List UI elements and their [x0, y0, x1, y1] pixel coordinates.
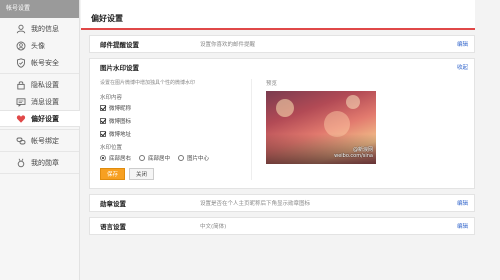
radio-label: 底部居右	[109, 156, 132, 162]
radio-bottom-right[interactable]: 底部居右	[100, 154, 131, 162]
sidebar-group-medals: 我的勋章	[0, 152, 79, 174]
sidebar-item-account-security[interactable]: 帐号安全	[0, 54, 79, 71]
heart-icon	[16, 114, 26, 124]
watermark-collapse-link[interactable]: 收起	[457, 63, 468, 71]
medal-settings-panel: 勋章设置 设置是否在个人主页昵称后下角显示勋章图标 编辑	[89, 194, 475, 212]
language-settings-title: 语言设置	[100, 223, 126, 231]
watermark-settings-panel: 图片水印设置 收起 设置在图片微博中增加独具个性的微博水印 水印内容 微博昵称 …	[89, 58, 475, 189]
sidebar-item-messages[interactable]: 消息设置	[0, 93, 79, 110]
close-button[interactable]: 关闭	[129, 168, 155, 180]
checkbox-label: 微博地址	[109, 132, 132, 138]
watermark-position-label: 水印位置	[100, 145, 123, 151]
position-radio-group: 底部居右 底部居中 图片中心	[100, 154, 251, 162]
sidebar-item-label: 我的信息	[31, 24, 59, 33]
main-content: 偏好设置 邮件提醒设置 设置你喜欢的邮件提醒 编辑 图片水印设置 收起 设置在图…	[81, 0, 500, 280]
sidebar-group-binding: 帐号绑定	[0, 130, 79, 152]
mail-settings-row: 邮件提醒设置 设置你喜欢的邮件提醒 编辑	[90, 36, 474, 52]
sidebar-group-settings: 隐私设置 消息设置 偏好设置	[0, 74, 80, 130]
medal-icon	[16, 158, 26, 168]
checkbox-box[interactable]	[100, 118, 106, 124]
preview-label: 预览	[266, 81, 278, 87]
language-settings-panel: 语言设置 中文(简体) 编辑	[89, 217, 475, 235]
watermark-desc: 设置在图片微博中增加独具个性的微博水印	[100, 80, 196, 86]
mail-settings-panel: 邮件提醒设置 设置你喜欢的邮件提醒 编辑	[89, 35, 475, 53]
language-settings-row: 语言设置 中文(简体) 编辑	[90, 218, 474, 234]
sidebar-header: 帐号设置	[0, 0, 79, 18]
medal-settings-title: 勋章设置	[100, 200, 126, 208]
watermark-settings-row: 图片水印设置 收起	[90, 59, 474, 75]
watermark-content-label: 水印内容	[100, 95, 123, 101]
avatar-icon	[16, 41, 26, 51]
medal-settings-row: 勋章设置 设置是否在个人主页昵称后下角显示勋章图标 编辑	[90, 195, 474, 211]
mail-settings-title: 邮件提醒设置	[100, 41, 139, 49]
language-settings-value: 中文(简体)	[200, 224, 227, 230]
checkbox-label: 微博图标	[109, 119, 132, 125]
radio-label: 底部居中	[148, 156, 171, 162]
sidebar-item-label: 消息设置	[31, 97, 59, 106]
page-title: 偏好设置	[81, 0, 475, 30]
message-icon	[16, 97, 26, 107]
sidebar-group-account: 我的信息 头像 帐号安全	[0, 18, 79, 74]
sidebar-item-label: 帐号绑定	[31, 136, 59, 145]
checkbox-address[interactable]: 微博地址	[100, 130, 251, 138]
checkbox-nickname[interactable]: 微博昵称	[100, 104, 251, 112]
sidebar-item-label: 我的勋章	[31, 158, 59, 167]
watermark-options: 设置在图片微博中增加独具个性的微博水印 水印内容 微博昵称 微博图标 微博地址 …	[100, 79, 252, 180]
sidebar-item-avatar[interactable]: 头像	[0, 37, 79, 54]
medal-settings-edit-link[interactable]: 编辑	[457, 199, 468, 207]
link-icon	[16, 136, 26, 146]
watermark-buttons: 保存 关闭	[100, 168, 251, 180]
sidebar: 帐号设置 我的信息 头像 帐号安全 隐私设置 消息设置 偏好设置 帐号绑定 我的…	[0, 0, 80, 280]
radio-image-center[interactable]: 图片中心	[178, 154, 209, 162]
user-icon	[16, 24, 26, 34]
radio-label: 图片中心	[187, 156, 210, 162]
sidebar-item-preferences[interactable]: 偏好设置	[0, 110, 80, 127]
settings-list: 邮件提醒设置 设置你喜欢的邮件提醒 编辑 图片水印设置 收起 设置在图片微博中增…	[81, 30, 500, 235]
watermark-settings-title: 图片水印设置	[100, 64, 139, 72]
watermark-preview: 预览 @新浪网 weibo.com/sina	[252, 79, 464, 180]
sidebar-item-privacy[interactable]: 隐私设置	[0, 76, 79, 93]
preview-watermark: @新浪网 weibo.com/sina	[334, 147, 373, 159]
mail-settings-desc: 设置你喜欢的邮件提醒	[200, 42, 256, 48]
preview-watermark-url: weibo.com/sina	[334, 153, 373, 159]
medal-settings-desc: 设置是否在个人主页昵称后下角显示勋章图标	[200, 201, 311, 207]
watermark-body: 设置在图片微博中增加独具个性的微博水印 水印内容 微博昵称 微博图标 微博地址 …	[90, 75, 474, 188]
lock-icon	[16, 80, 26, 90]
checkbox-box[interactable]	[100, 131, 106, 137]
sidebar-item-my-info[interactable]: 我的信息	[0, 20, 79, 37]
checkbox-icon[interactable]: 微博图标	[100, 117, 251, 125]
preview-image: @新浪网 weibo.com/sina	[266, 91, 376, 164]
checkbox-box[interactable]	[100, 105, 106, 111]
sidebar-item-label: 隐私设置	[31, 80, 59, 89]
shield-icon	[16, 57, 26, 68]
checkbox-label: 微博昵称	[109, 106, 132, 112]
sidebar-item-label: 偏好设置	[31, 114, 59, 123]
sidebar-item-my-medals[interactable]: 我的勋章	[0, 154, 79, 171]
sidebar-item-label: 头像	[31, 41, 45, 50]
sidebar-item-label: 帐号安全	[31, 58, 59, 67]
radio-bottom-center[interactable]: 底部居中	[139, 154, 170, 162]
sidebar-item-account-binding[interactable]: 帐号绑定	[0, 132, 79, 149]
save-button[interactable]: 保存	[100, 168, 126, 180]
language-settings-edit-link[interactable]: 编辑	[457, 222, 468, 230]
mail-settings-edit-link[interactable]: 编辑	[457, 40, 468, 48]
